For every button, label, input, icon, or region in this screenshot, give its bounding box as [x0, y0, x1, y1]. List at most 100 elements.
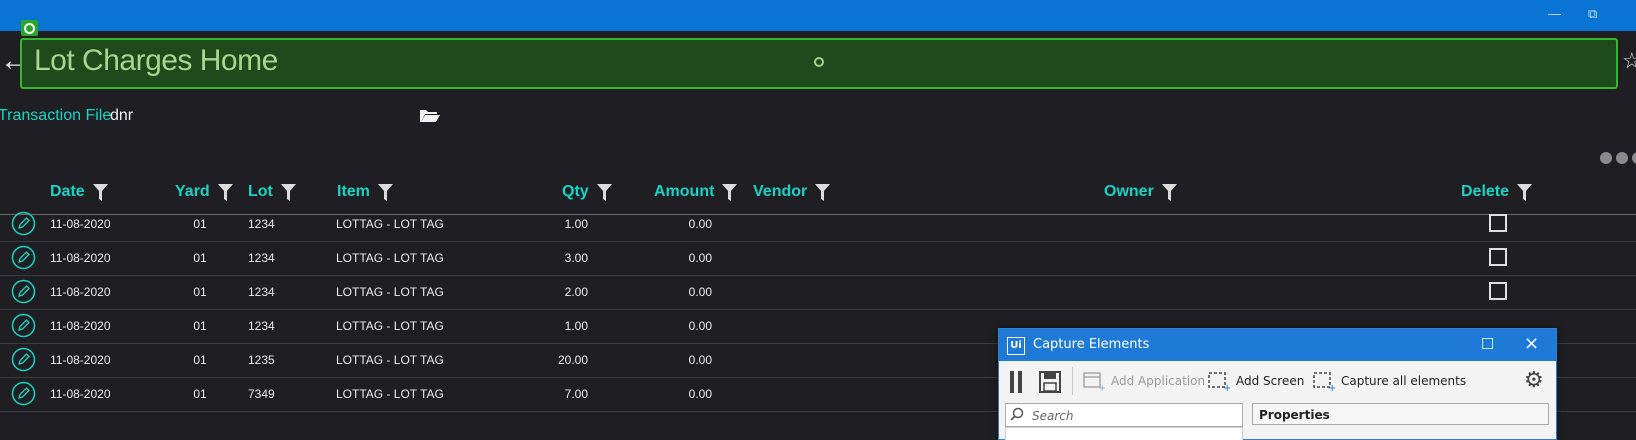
capture-window-titlebar: Ui Capture Elements □ ×: [999, 329, 1556, 361]
save-icon[interactable]: [1039, 371, 1061, 397]
cell-qty: 7.00: [564, 387, 588, 401]
capture-toolbar: + Add Application + Add Screen + Capture…: [999, 361, 1556, 399]
window-titlebar: — ⧉: [0, 0, 1636, 31]
capture-elements-window: Ui Capture Elements □ × + Add Applicatio…: [998, 328, 1557, 440]
cell-lot: 1235: [248, 353, 275, 367]
cell-date: 11-08-2020: [50, 251, 111, 265]
cell-owner: [1104, 241, 1404, 275]
cell-lot: 1234: [248, 251, 275, 265]
filter-icon[interactable]: [596, 183, 612, 201]
gear-icon[interactable]: ⚙: [1524, 369, 1544, 393]
element-tree[interactable]: [1005, 427, 1243, 440]
cell-amount: 0.00: [688, 285, 712, 299]
cell-lot: 7349: [248, 387, 275, 401]
cell-yard: 01: [193, 353, 207, 367]
col-header-qty-label: Qty: [562, 183, 589, 200]
page-title: Lot Charges Home: [34, 44, 278, 77]
transaction-file-value: dnr: [110, 107, 134, 124]
cell-date: 11-08-2020: [50, 387, 111, 401]
cell-lot: 1234: [248, 217, 275, 231]
edit-pencil-icon[interactable]: [11, 245, 36, 270]
cell-item: LOTTAG - LOT TAG: [336, 251, 444, 265]
maximize-icon[interactable]: □: [1481, 335, 1494, 351]
col-header-vendor-label: Vendor: [753, 183, 808, 200]
filter-icon[interactable]: [217, 183, 233, 201]
col-header-date-label: Date: [50, 183, 85, 200]
table-row[interactable]: 11-08-2020 01 1234 LOTTAG - LOT TAG 3.00 0.00: [0, 241, 1636, 276]
cell-lot: 1234: [248, 285, 275, 299]
search-input[interactable]: [1030, 406, 1234, 425]
cell-amount: 0.00: [688, 319, 712, 333]
cell-qty: 1.00: [564, 217, 588, 231]
highlight-center-dot: [814, 57, 824, 67]
cell-yard: 01: [193, 285, 207, 299]
svg-text:+: +: [1328, 383, 1335, 391]
uipath-target-icon: [21, 20, 38, 36]
cell-qty: 1.00: [564, 319, 588, 333]
pause-icon[interactable]: [1009, 371, 1023, 393]
edit-pencil-icon[interactable]: [11, 313, 36, 338]
edit-pencil-icon[interactable]: [11, 347, 36, 372]
svg-text:+: +: [1223, 383, 1230, 391]
minimize-icon[interactable]: —: [1548, 6, 1561, 22]
table-row[interactable]: 11-08-2020 01 1234 LOTTAG - LOT TAG 1.00 0.00: [0, 207, 1636, 242]
filter-icon[interactable]: [377, 183, 393, 201]
add-application-button[interactable]: + Add Application: [1083, 371, 1205, 391]
cell-date: 11-08-2020: [50, 353, 111, 367]
filter-icon[interactable]: [815, 183, 831, 201]
toolbar-separator: [1072, 367, 1073, 395]
cell-lot: 1234: [248, 319, 275, 333]
cell-yard: 01: [193, 319, 207, 333]
delete-checkbox[interactable]: [1489, 214, 1507, 232]
cell-vendor: [753, 207, 1053, 241]
capture-all-icon: +: [1313, 372, 1335, 391]
cell-yard: 01: [193, 217, 207, 231]
close-icon[interactable]: ×: [1524, 333, 1539, 354]
cell-amount: 0.00: [688, 251, 712, 265]
folder-open-icon[interactable]: [419, 107, 441, 128]
capture-all-elements-button[interactable]: + Capture all elements: [1313, 371, 1466, 391]
cell-qty: 2.00: [564, 285, 588, 299]
cell-item: LOTTAG - LOT TAG: [336, 285, 444, 299]
transaction-file-label: Transaction File: [0, 107, 112, 124]
cell-yard: 01: [193, 387, 207, 401]
restore-icon[interactable]: ⧉: [1588, 6, 1597, 22]
add-screen-label: Add Screen: [1236, 374, 1305, 388]
more-options-icon[interactable]: [1600, 152, 1636, 164]
svg-text:+: +: [1098, 383, 1105, 391]
capture-window-title: Capture Elements: [1033, 337, 1150, 352]
page-title-highlight: Lot Charges Home: [20, 38, 1618, 89]
uipath-logo: Ui: [1007, 337, 1025, 355]
col-header-lot-label: Lot: [248, 183, 273, 200]
col-header-item-label: Item: [337, 183, 370, 200]
filter-icon[interactable]: [1161, 183, 1177, 201]
edit-pencil-icon[interactable]: [11, 381, 36, 406]
cell-owner: [1104, 207, 1404, 241]
cell-item: LOTTAG - LOT TAG: [336, 319, 444, 333]
cell-item: LOTTAG - LOT TAG: [336, 217, 444, 231]
delete-checkbox[interactable]: [1489, 282, 1507, 300]
table-row[interactable]: 11-08-2020 01 1234 LOTTAG - LOT TAG 2.00 0.00: [0, 275, 1636, 310]
capture-all-elements-label: Capture all elements: [1341, 374, 1467, 388]
cell-item: LOTTAG - LOT TAG: [336, 353, 444, 367]
delete-checkbox[interactable]: [1489, 248, 1507, 266]
cell-qty: 3.00: [564, 251, 588, 265]
edit-pencil-icon[interactable]: [11, 211, 36, 236]
add-screen-button[interactable]: + Add Screen: [1208, 371, 1304, 391]
properties-header: Properties: [1252, 403, 1549, 425]
cell-date: 11-08-2020: [50, 285, 111, 299]
col-header-delete-label: Delete: [1461, 183, 1510, 200]
filter-icon[interactable]: [722, 183, 738, 201]
cell-amount: 0.00: [688, 217, 712, 231]
cell-item: LOTTAG - LOT TAG: [336, 387, 444, 401]
add-application-label: Add Application: [1111, 374, 1206, 388]
filter-icon[interactable]: [1517, 183, 1533, 201]
add-application-icon: +: [1083, 372, 1105, 391]
filter-icon[interactable]: [280, 183, 296, 201]
filter-icon[interactable]: [92, 183, 108, 201]
edit-pencil-icon[interactable]: [11, 279, 36, 304]
cell-amount: 0.00: [688, 353, 712, 367]
col-header-owner-label: Owner: [1104, 183, 1154, 200]
search-box[interactable]: [1005, 403, 1243, 427]
star-icon[interactable]: ☆: [1622, 48, 1636, 74]
